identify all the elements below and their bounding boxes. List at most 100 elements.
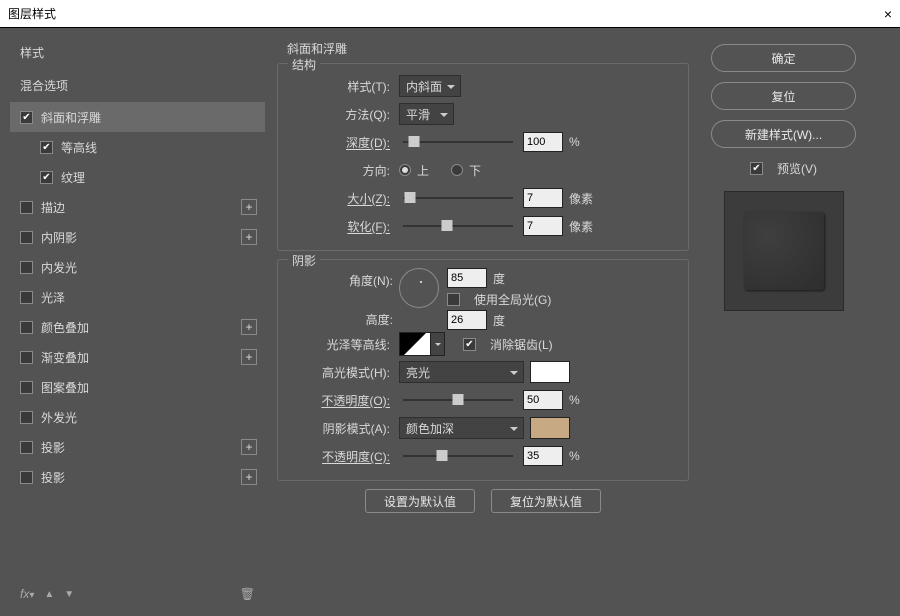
highlight-mode-select[interactable]: 亮光 — [399, 361, 524, 383]
antialiased-label: 消除锯齿(L) — [490, 336, 553, 353]
direction-up-label: 上 — [417, 162, 429, 179]
shadow-opacity-input[interactable]: 35 — [523, 446, 563, 466]
gloss-contour-swatch[interactable] — [399, 332, 431, 356]
effects-panel: 样式 混合选项 斜面和浮雕 等高线 纹理 描边 + 内阴影 — [10, 36, 265, 608]
item-label: 投影 — [41, 469, 65, 486]
global-light-checkbox[interactable] — [447, 293, 460, 306]
cancel-button[interactable]: 复位 — [711, 82, 856, 110]
item-label: 描边 — [41, 199, 65, 216]
checkbox-outer-glow[interactable] — [20, 411, 33, 424]
fx-menu[interactable]: fx▾ — [20, 587, 34, 601]
plus-icon[interactable]: + — [241, 319, 257, 335]
checkbox-stroke[interactable] — [20, 201, 33, 214]
plus-icon[interactable]: + — [241, 349, 257, 365]
checkbox-color-overlay[interactable] — [20, 321, 33, 334]
item-label: 渐变叠加 — [41, 349, 89, 366]
shadow-color-swatch[interactable] — [530, 417, 570, 439]
checkbox-pattern-overlay[interactable] — [20, 381, 33, 394]
unit: 度 — [493, 270, 521, 287]
make-default-button[interactable]: 设置为默认值 — [365, 489, 475, 513]
legend: 阴影 — [288, 252, 320, 269]
trash-icon[interactable]: 🗑 — [240, 587, 255, 601]
unit: % — [569, 393, 597, 407]
depth-input[interactable]: 100 — [523, 132, 563, 152]
item-drop-shadow-1[interactable]: 投影 + — [10, 432, 265, 462]
item-contour[interactable]: 等高线 — [10, 132, 265, 162]
style-list: 样式 混合选项 斜面和浮雕 等高线 纹理 描边 + 内阴影 — [10, 36, 265, 580]
item-drop-shadow-2[interactable]: 投影 + — [10, 462, 265, 492]
size-slider[interactable] — [403, 197, 513, 199]
checkbox-inner-shadow[interactable] — [20, 231, 33, 244]
style-select[interactable]: 内斜面 — [399, 75, 461, 97]
item-label: 内发光 — [41, 259, 77, 276]
unit: 像素 — [569, 190, 597, 207]
highlight-opacity-input[interactable]: 50 — [523, 390, 563, 410]
reset-default-button[interactable]: 复位为默认值 — [491, 489, 601, 513]
angle-label: 角度(N): — [288, 272, 393, 289]
highlight-color-swatch[interactable] — [530, 361, 570, 383]
item-stroke[interactable]: 描边 + — [10, 192, 265, 222]
checkbox-gradient-overlay[interactable] — [20, 351, 33, 364]
angle-dial[interactable] — [399, 268, 439, 308]
shadow-mode-select[interactable]: 颜色加深 — [399, 417, 524, 439]
item-label: 斜面和浮雕 — [41, 109, 101, 126]
item-gradient-overlay[interactable]: 渐变叠加 + — [10, 342, 265, 372]
antialiased-checkbox[interactable] — [463, 338, 476, 351]
gloss-contour-label: 光泽等高线: — [288, 336, 393, 353]
item-label: 光泽 — [41, 289, 65, 306]
item-pattern-overlay[interactable]: 图案叠加 — [10, 372, 265, 402]
item-satin[interactable]: 光泽 — [10, 282, 265, 312]
ok-button[interactable]: 确定 — [711, 44, 856, 72]
window-title: 图层样式 — [8, 5, 56, 22]
size-input[interactable]: 7 — [523, 188, 563, 208]
item-label: 纹理 — [61, 169, 85, 186]
item-label: 颜色叠加 — [41, 319, 89, 336]
style-label: 样式(T): — [288, 78, 393, 95]
preview-thumbnail — [724, 191, 844, 311]
checkbox-satin[interactable] — [20, 291, 33, 304]
move-up-icon[interactable]: ▲ — [44, 589, 54, 600]
direction-up-radio[interactable] — [399, 164, 411, 176]
checkbox-texture[interactable] — [40, 171, 53, 184]
soften-input[interactable]: 7 — [523, 216, 563, 236]
action-panel: 确定 复位 新建样式(W)... 预览(V) — [701, 36, 866, 608]
angle-input[interactable]: 85 — [447, 268, 487, 288]
item-texture[interactable]: 纹理 — [10, 162, 265, 192]
altitude-input[interactable]: 26 — [447, 310, 487, 330]
styles-header[interactable]: 样式 — [10, 36, 265, 69]
checkbox-inner-glow[interactable] — [20, 261, 33, 274]
highlight-opacity-slider[interactable] — [403, 399, 513, 401]
panel-title: 斜面和浮雕 — [277, 36, 689, 59]
plus-icon[interactable]: + — [241, 199, 257, 215]
checkbox-drop-shadow[interactable] — [20, 471, 33, 484]
item-outer-glow[interactable]: 外发光 — [10, 402, 265, 432]
depth-slider[interactable] — [403, 141, 513, 143]
item-inner-glow[interactable]: 内发光 — [10, 252, 265, 282]
item-bevel-emboss[interactable]: 斜面和浮雕 — [10, 102, 265, 132]
close-icon[interactable]: × — [884, 6, 892, 22]
blend-options[interactable]: 混合选项 — [10, 69, 265, 102]
move-down-icon[interactable]: ▼ — [64, 589, 74, 600]
effects-footer: fx▾ ▲ ▼ 🗑 — [10, 580, 265, 608]
item-label: 投影 — [41, 439, 65, 456]
shading-group: 阴影 角度(N): 高度: 85 度 使用全局光(G) — [277, 259, 689, 481]
soften-slider[interactable] — [403, 225, 513, 227]
checkbox-contour[interactable] — [40, 141, 53, 154]
preview-checkbox[interactable] — [750, 162, 763, 175]
shadow-opacity-slider[interactable] — [403, 455, 513, 457]
direction-down-radio[interactable] — [451, 164, 463, 176]
gloss-contour-picker[interactable] — [431, 332, 445, 356]
new-style-button[interactable]: 新建样式(W)... — [711, 120, 856, 148]
item-label: 外发光 — [41, 409, 77, 426]
unit: % — [569, 135, 597, 149]
unit: % — [569, 449, 597, 463]
plus-icon[interactable]: + — [241, 469, 257, 485]
item-label: 图案叠加 — [41, 379, 89, 396]
checkbox-bevel[interactable] — [20, 111, 33, 124]
checkbox-drop-shadow[interactable] — [20, 441, 33, 454]
plus-icon[interactable]: + — [241, 439, 257, 455]
item-color-overlay[interactable]: 颜色叠加 + — [10, 312, 265, 342]
technique-select[interactable]: 平滑 — [399, 103, 454, 125]
item-inner-shadow[interactable]: 内阴影 + — [10, 222, 265, 252]
plus-icon[interactable]: + — [241, 229, 257, 245]
